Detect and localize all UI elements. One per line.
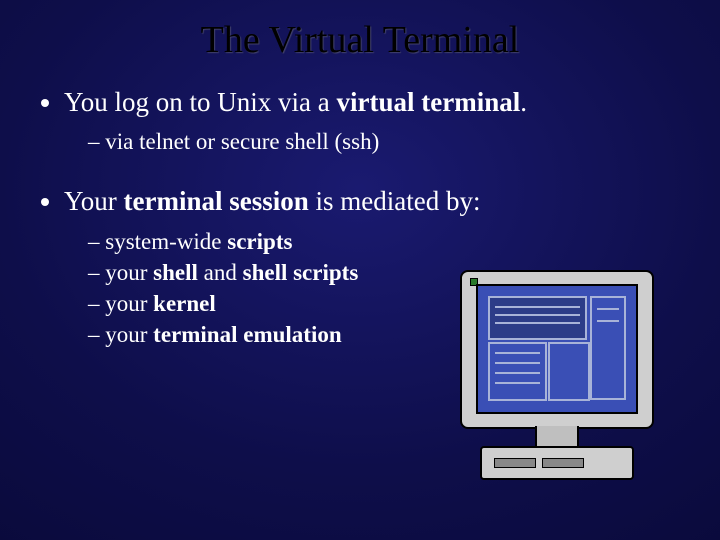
b2-text-post: is mediated by: — [309, 186, 481, 216]
b2s2-mid: and — [198, 260, 243, 285]
b2s4-bold: terminal emulation — [153, 322, 341, 347]
b1-text-pre: You log on to Unix via a — [64, 87, 337, 117]
b1-text-post: . — [520, 87, 527, 117]
computer-clipart-icon — [440, 270, 670, 500]
b2-sub-1: system-wide scripts — [88, 226, 692, 257]
b2s1-pre: system-wide — [105, 229, 227, 254]
bullet-1: You log on to Unix via a virtual termina… — [64, 84, 692, 157]
b2-text-pre: Your — [64, 186, 124, 216]
bullet-1-sub: via telnet or secure shell (ssh) — [64, 126, 692, 157]
b2s4-pre: your — [105, 322, 153, 347]
b2s2-bold: shell — [153, 260, 198, 285]
b2-text-bold: terminal session — [124, 186, 309, 216]
b2s3-pre: your — [105, 291, 153, 316]
b2s3-bold: kernel — [153, 291, 216, 316]
slide-title: The Virtual Terminal — [0, 0, 720, 72]
b1s1-pre: via telnet or secure shell (ssh) — [105, 129, 379, 154]
b2s2-pre: your — [105, 260, 153, 285]
b2s2-bold2: shell scripts — [243, 260, 359, 285]
b2s1-bold: scripts — [227, 229, 292, 254]
b1-text-bold: virtual terminal — [337, 87, 521, 117]
b1-sub-1: via telnet or secure shell (ssh) — [88, 126, 692, 157]
